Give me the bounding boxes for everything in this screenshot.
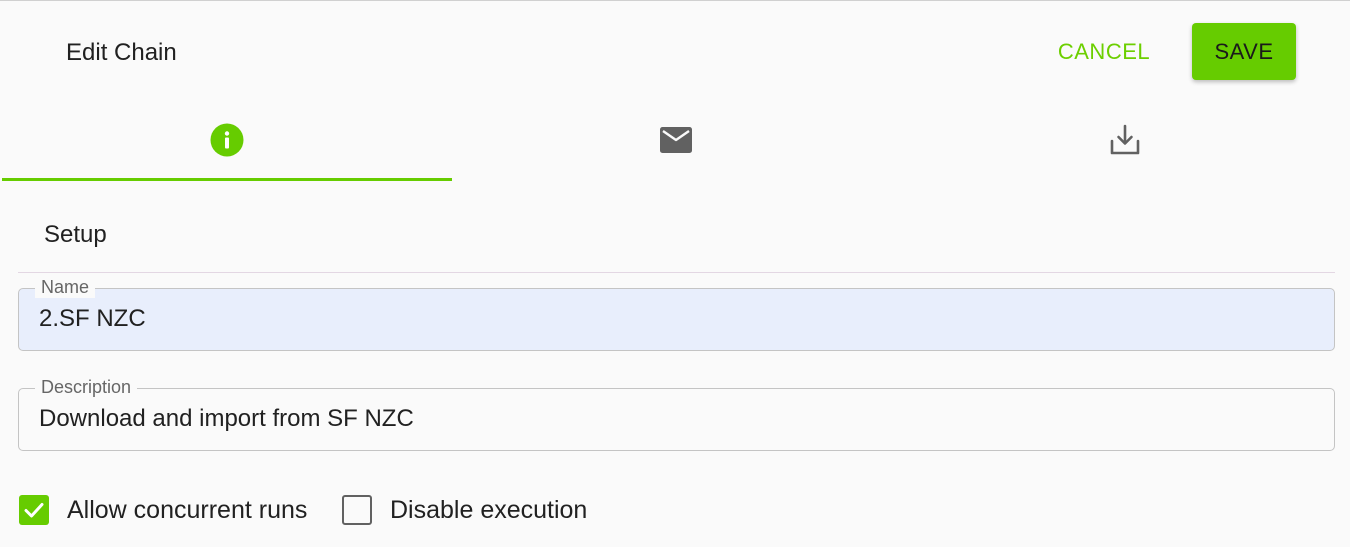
section-divider — [18, 272, 1335, 273]
save-button[interactable]: SAVE — [1192, 23, 1296, 80]
dialog-header: Edit Chain CANCEL SAVE — [0, 1, 1350, 101]
tab-download[interactable] — [901, 103, 1350, 181]
section-title: Setup — [44, 221, 107, 248]
disable-execution-option[interactable]: Disable execution — [342, 493, 587, 527]
checkmark-icon — [24, 503, 44, 518]
tab-bar — [2, 103, 1350, 181]
name-field[interactable]: Name 2.SF NZC — [18, 276, 1335, 351]
allow-concurrent-runs-label: Allow concurrent runs — [67, 495, 308, 524]
tab-info[interactable] — [2, 103, 453, 181]
dialog-title: Edit Chain — [66, 39, 177, 66]
name-input[interactable]: 2.SF NZC — [39, 305, 1309, 333]
description-field-label: Description — [35, 376, 138, 398]
allow-concurrent-runs-checkbox[interactable] — [19, 495, 49, 525]
info-icon — [210, 123, 244, 162]
mail-icon — [659, 126, 693, 159]
allow-concurrent-runs-option[interactable]: Allow concurrent runs — [19, 493, 307, 527]
name-field-label: Name — [35, 276, 96, 298]
edit-chain-dialog: Edit Chain CANCEL SAVE Setup Name 2.SF N… — [0, 0, 1350, 547]
disable-execution-checkbox[interactable] — [342, 495, 372, 525]
cancel-button[interactable]: CANCEL — [1045, 25, 1163, 79]
tab-mail[interactable] — [451, 103, 900, 181]
download-icon — [1109, 124, 1141, 161]
disable-execution-label: Disable execution — [390, 495, 588, 524]
description-input[interactable]: Download and import from SF NZC — [39, 405, 1309, 433]
description-field[interactable]: Description Download and import from SF … — [18, 376, 1335, 451]
